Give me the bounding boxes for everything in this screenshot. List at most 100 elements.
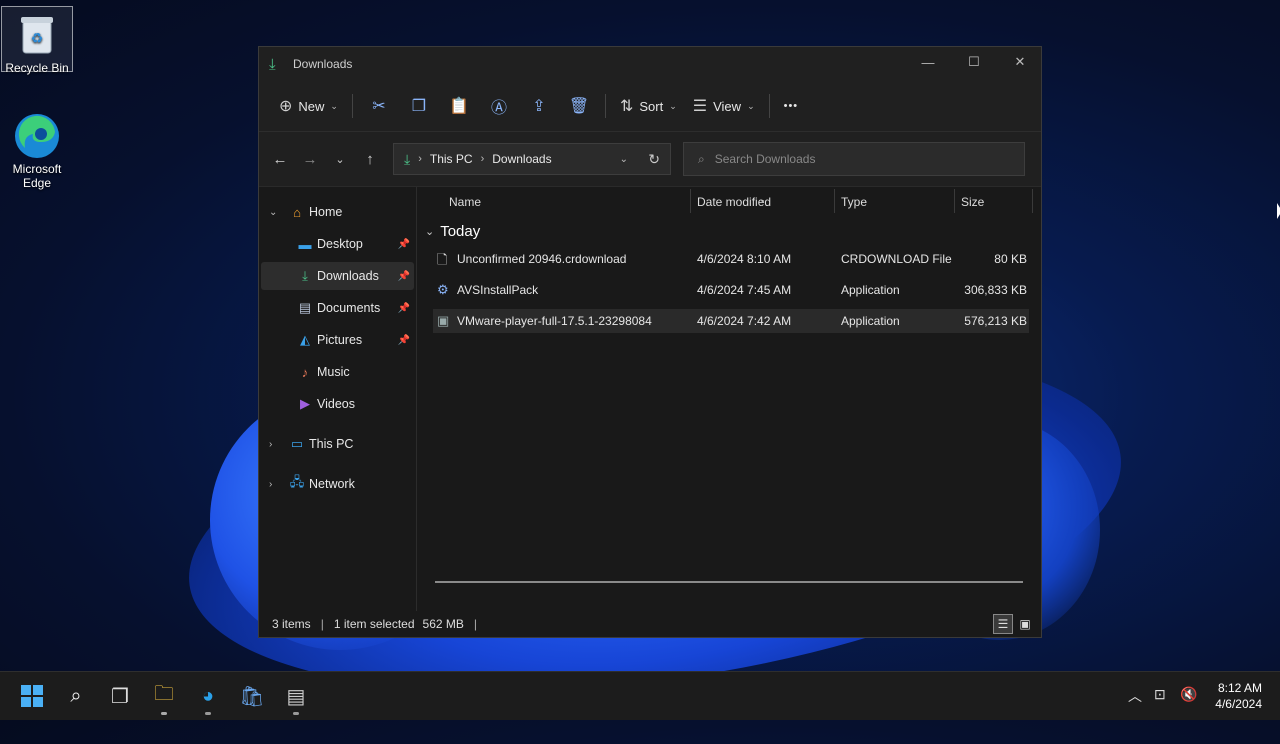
new-button[interactable]: ⊕ New ⌄ — [271, 89, 346, 123]
file-row-selected[interactable]: ▣ VMware-player-full-17.5.1-23298084 4/6… — [433, 309, 1029, 333]
nav-item-downloads[interactable]: ⤓ Downloads 📌 — [261, 262, 414, 290]
paste-button[interactable]: 📋 — [443, 89, 475, 123]
file-explorer-taskbar[interactable]: 🗀 — [144, 678, 184, 715]
maximize-button[interactable]: ☐ — [951, 47, 997, 77]
task-view-button[interactable]: ❐ — [100, 678, 140, 714]
column-divider[interactable] — [690, 189, 691, 213]
address-row: ← → ⌄ ↑ ⤓ › This PC › Downloads ⌄ ↻ ⌕ Se… — [259, 132, 1041, 187]
plus-circle-icon: ⊕ — [279, 98, 293, 115]
clock-date: 4/6/2024 — [1215, 697, 1262, 711]
back-button[interactable]: ← — [265, 144, 295, 174]
nav-item-pictures[interactable]: ◭ Pictures 📌 — [261, 326, 414, 354]
show-hidden-icons-button[interactable]: ︿ — [1128, 686, 1142, 706]
file-row[interactable]: 🗋 Unconfirmed 20946.crdownload 4/6/2024 … — [433, 247, 1029, 271]
selection-size: 562 MB — [422, 617, 464, 631]
column-date-modified[interactable]: Date modified — [697, 195, 771, 209]
volume-tray-icon[interactable]: 🔇 — [1180, 686, 1197, 703]
breadcrumb-this-pc[interactable]: This PC — [430, 152, 473, 166]
search-button[interactable]: ⌕ — [56, 678, 96, 714]
column-divider[interactable] — [1032, 189, 1033, 213]
nav-label: Home — [309, 205, 343, 219]
navigation-pane: ⌄ ⌂ Home ▬ Desktop 📌 ⤓ Downloads 📌 ▤ Doc… — [259, 187, 417, 611]
breadcrumb-downloads[interactable]: Downloads — [492, 152, 551, 166]
downloads-icon: ⤓ — [302, 268, 308, 283]
chevron-down-icon[interactable]: ⌄ — [620, 154, 628, 165]
nav-item-home[interactable]: ⌄ ⌂ Home — [261, 198, 414, 226]
close-button[interactable]: ✕ — [997, 47, 1043, 77]
up-button[interactable]: ↑ — [355, 144, 385, 174]
nav-item-network[interactable]: › 🖧 Network — [261, 470, 414, 498]
details-view-button[interactable]: ☰ — [993, 614, 1013, 634]
command-bar: ⊕ New ⌄ ✂ ❐ 📋 Ⓐ ⇪ 🗑 ⇅ Sort ⌄ ☰ View ⌄ ••… — [259, 81, 1041, 132]
trash-icon: 🗑 — [568, 98, 590, 115]
sort-label: Sort — [639, 98, 664, 114]
start-button[interactable] — [12, 678, 52, 714]
file-row[interactable]: ⚙ AVSInstallPack 4/6/2024 7:45 AM Applic… — [433, 278, 1029, 302]
installer-taskbar[interactable]: ▤ — [276, 678, 316, 715]
column-size[interactable]: Size — [961, 195, 984, 209]
column-divider[interactable] — [954, 189, 955, 213]
documents-icon: ▤ — [298, 300, 312, 315]
forward-button[interactable]: → — [295, 144, 325, 174]
share-button[interactable]: ⇪ — [523, 89, 555, 123]
desktop-microsoft-edge[interactable]: Microsoft Edge — [1, 112, 73, 190]
nav-label: This PC — [309, 437, 354, 451]
item-count: 3 items — [272, 617, 311, 631]
nav-item-videos[interactable]: ▶ Videos — [261, 390, 414, 418]
edge-taskbar[interactable]: ◕ — [188, 678, 228, 715]
chevron-right-icon: › — [269, 438, 273, 450]
file-type: Application — [841, 283, 900, 297]
copy-button[interactable]: ❐ — [403, 89, 435, 123]
new-label: New — [298, 98, 325, 114]
refresh-icon[interactable]: ↻ — [648, 151, 660, 168]
rename-button[interactable]: Ⓐ — [483, 89, 515, 123]
network-icon: ⊡ — [1154, 686, 1166, 702]
file-date: 4/6/2024 7:42 AM — [697, 314, 792, 328]
minimize-button[interactable]: — — [905, 47, 951, 77]
share-icon: ⇪ — [532, 98, 546, 115]
sort-button[interactable]: ⇅ Sort ⌄ — [612, 89, 685, 123]
nav-item-this-pc[interactable]: › ▭ This PC — [261, 430, 414, 458]
search-icon: ⌕ — [698, 151, 705, 166]
chevron-right-icon: › — [480, 153, 485, 165]
delete-button[interactable]: 🗑 — [563, 89, 595, 123]
tiles-view-button[interactable]: ▣ — [1015, 614, 1035, 634]
group-label: Today — [440, 223, 481, 240]
column-name[interactable]: Name — [449, 195, 481, 209]
nav-item-music[interactable]: ♪ Music — [261, 358, 414, 386]
nav-item-desktop[interactable]: ▬ Desktop 📌 — [261, 230, 414, 258]
pin-icon: 📌 — [397, 302, 410, 314]
status-bar: 3 items | 1 item selected 562 MB | ☰ ▣ — [259, 611, 1041, 637]
network-tray-icon[interactable]: ⊡ — [1154, 686, 1166, 703]
file-name: Unconfirmed 20946.crdownload — [457, 252, 627, 266]
recent-locations-button[interactable]: ⌄ — [325, 144, 355, 174]
sort-icon: ⇅ — [619, 98, 634, 115]
folder-icon: 🗀 — [154, 683, 174, 705]
selection-info: 1 item selected — [333, 617, 415, 631]
title-bar: ⤓ Downloads — ☐ ✕ — [259, 47, 1041, 81]
view-button[interactable]: ☰ View ⌄ — [685, 89, 763, 123]
store-taskbar[interactable]: 🛍 — [232, 678, 272, 714]
nav-label: Downloads — [317, 269, 379, 283]
edge-label: Microsoft Edge — [12, 162, 62, 190]
column-divider[interactable] — [834, 189, 835, 213]
address-bar[interactable]: ⤓ › This PC › Downloads ⌄ ↻ — [393, 143, 671, 175]
cut-button[interactable]: ✂ — [363, 89, 395, 123]
group-header-today[interactable]: ⌄ Today — [425, 223, 480, 240]
speaker-muted-icon: 🔇 — [1180, 686, 1198, 702]
search-input[interactable]: ⌕ Search Downloads — [683, 142, 1025, 176]
horizontal-scrollbar[interactable] — [435, 581, 1023, 583]
column-type[interactable]: Type — [841, 195, 867, 209]
chevron-down-icon: ⌄ — [330, 100, 338, 111]
nav-label: Documents — [317, 301, 381, 315]
clock[interactable]: 8:12 AM 4/6/2024 — [1215, 680, 1262, 712]
desktop-recycle-bin[interactable]: ♻ Recycle Bin — [1, 6, 73, 75]
clock-time: 8:12 AM — [1217, 681, 1262, 695]
arrow-right-icon: → — [302, 150, 318, 168]
nav-item-documents[interactable]: ▤ Documents 📌 — [261, 294, 414, 322]
network-icon: 🖧 — [289, 474, 305, 489]
chevron-down-icon: ⌄ — [335, 153, 345, 166]
more-options-button[interactable]: ••• — [776, 89, 807, 123]
chevron-down-icon: ⌄ — [669, 100, 677, 111]
task-view-icon: ❐ — [111, 685, 129, 708]
